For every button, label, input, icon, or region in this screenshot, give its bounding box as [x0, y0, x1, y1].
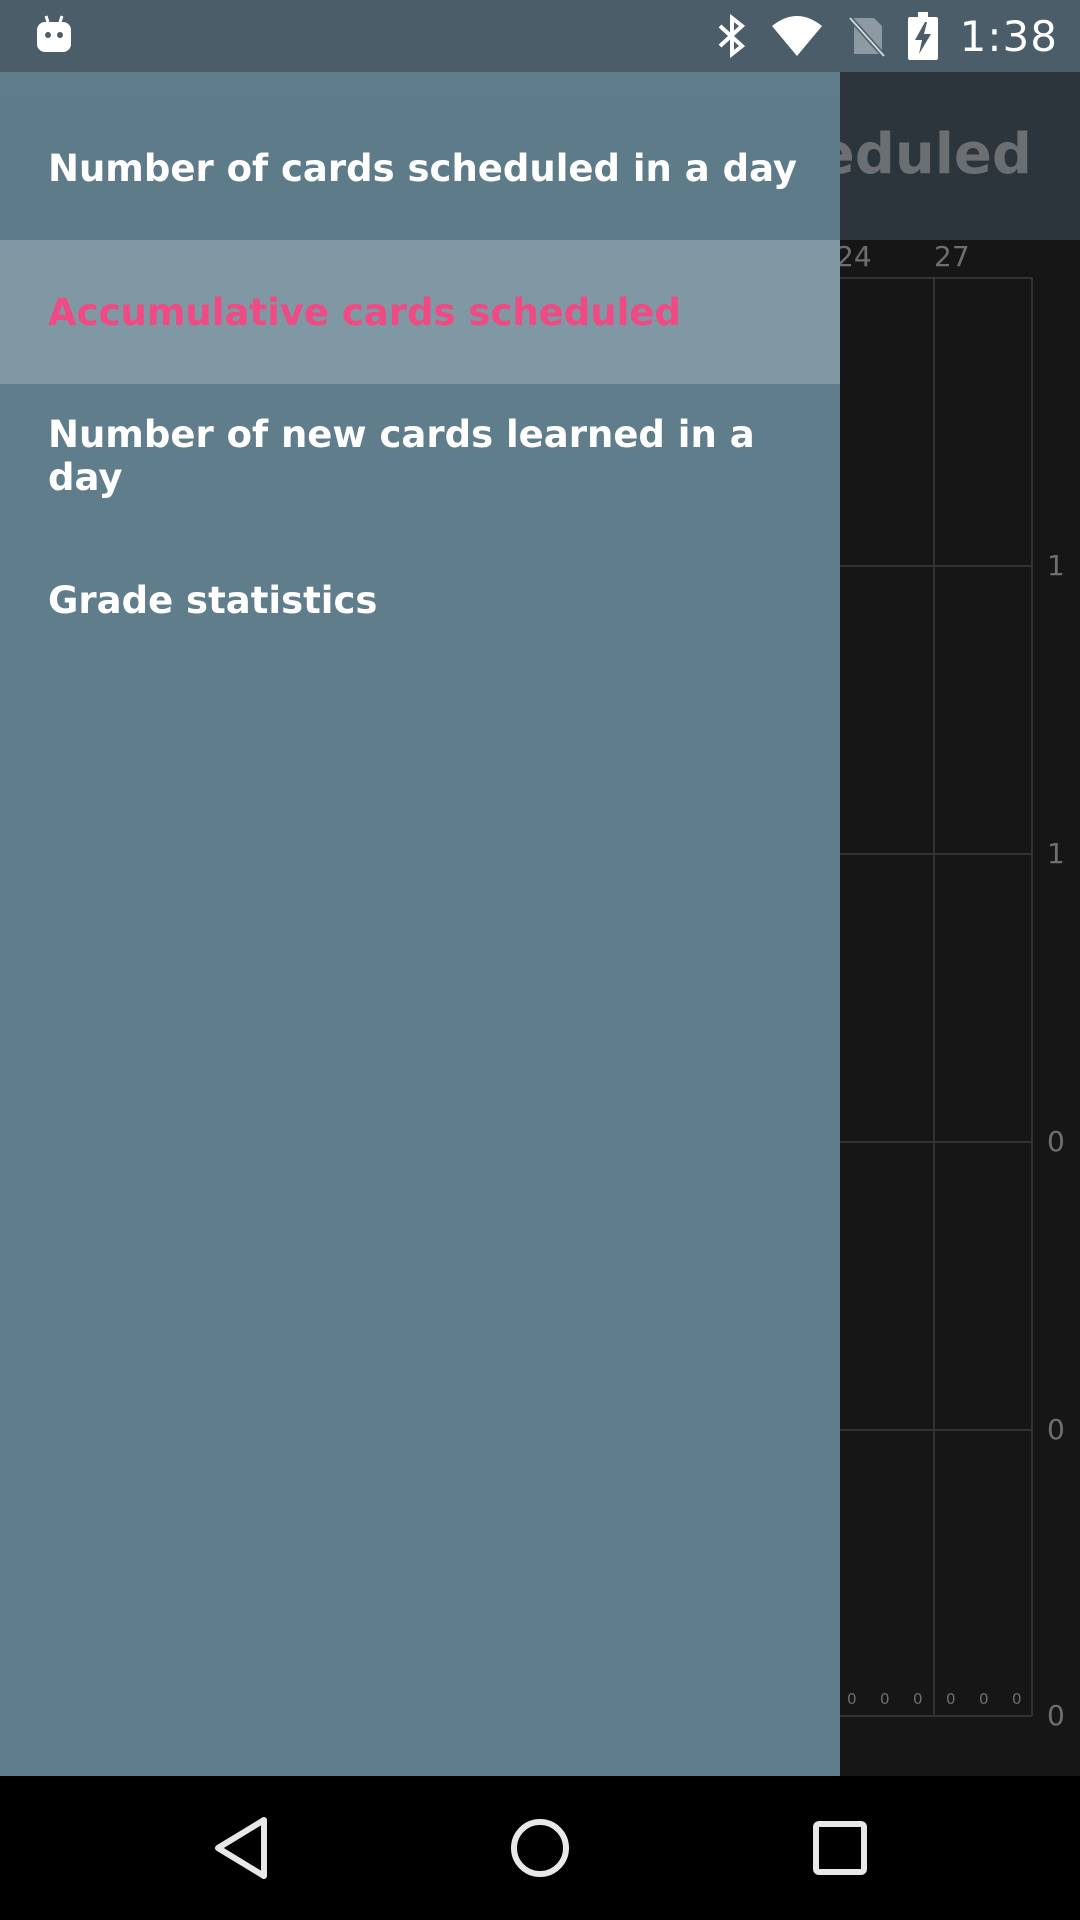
tick-right: 1 — [1047, 837, 1065, 870]
drawer-item-label: Number of cards scheduled in a day — [48, 146, 798, 190]
drawer-item-label: Accumulative cards scheduled — [48, 290, 681, 334]
tick-right: 1 — [1047, 549, 1065, 582]
bar-label: 0 — [847, 1690, 857, 1708]
drawer-item-accumulative-cards-scheduled[interactable]: Accumulative cards scheduled — [0, 240, 840, 384]
drawer-item-label: Number of new cards learned in a day — [48, 413, 755, 499]
drawer-item-label: Grade statistics — [48, 578, 378, 622]
tick-right: 0 — [1047, 1413, 1065, 1446]
android-icon — [37, 15, 71, 52]
status-bar: 1:38 — [0, 0, 1080, 72]
tick-right: 0 — [1047, 1699, 1065, 1732]
tick-top: 24 — [836, 240, 872, 273]
bar-label: 0 — [880, 1690, 890, 1708]
wifi-icon — [771, 16, 822, 56]
system-nav-bar — [0, 1776, 1080, 1920]
battery-charging-icon — [907, 12, 938, 60]
tick-right: 0 — [1047, 1125, 1065, 1158]
back-icon[interactable] — [206, 1812, 278, 1884]
status-time: 1:38 — [959, 11, 1058, 61]
bluetooth-icon — [718, 14, 745, 58]
bar-label: 0 — [913, 1690, 923, 1708]
home-icon[interactable] — [504, 1812, 576, 1884]
no-sim-icon — [847, 16, 886, 58]
bar-label: 0 — [1012, 1690, 1022, 1708]
recents-icon[interactable] — [804, 1812, 876, 1884]
tick-top: 27 — [934, 240, 970, 273]
drawer-item-new-cards-learned-per-day[interactable]: Number of new cards learned in a day — [0, 384, 840, 528]
drawer-item-cards-scheduled-per-day[interactable]: Number of cards scheduled in a day — [0, 96, 840, 240]
drawer-item-grade-statistics[interactable]: Grade statistics — [0, 528, 840, 672]
bar-label: 0 — [946, 1690, 956, 1708]
bar-label: 0 — [979, 1690, 989, 1708]
navigation-drawer: Number of cards scheduled in a day Accum… — [0, 72, 840, 1776]
